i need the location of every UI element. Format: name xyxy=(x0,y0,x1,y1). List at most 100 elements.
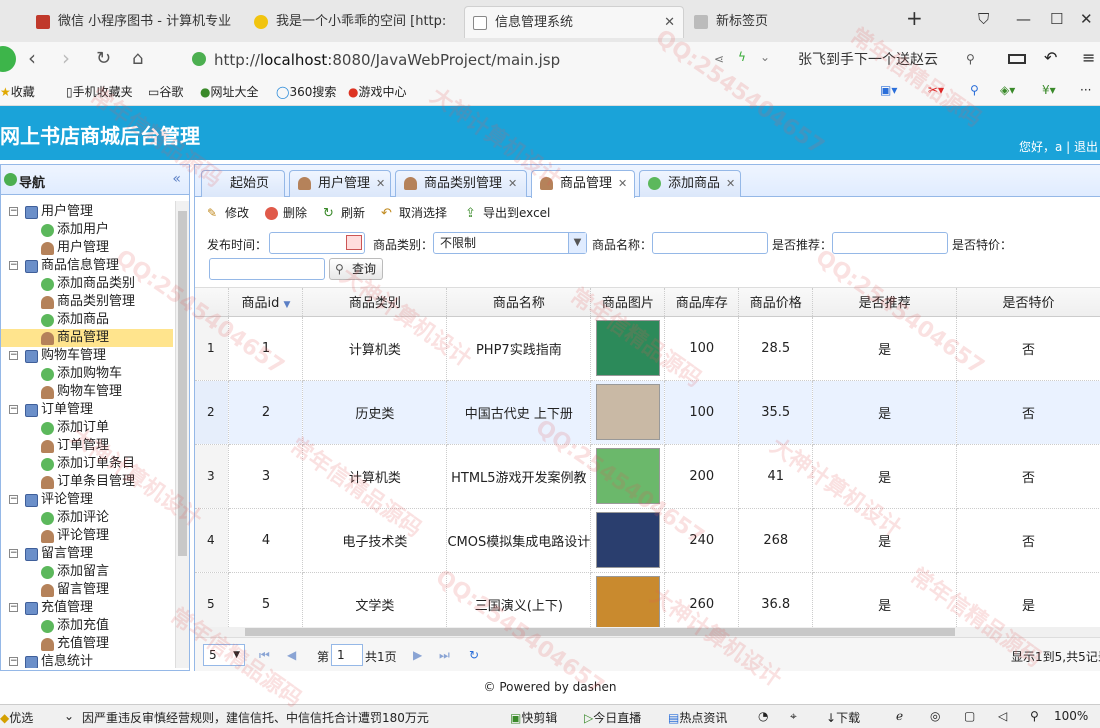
table-row[interactable]: 5 5 文学类 三国演义(上下) 260 36.8 是是 xyxy=(195,572,1100,627)
crop-icon[interactable]: ⌖ xyxy=(790,709,797,724)
nav-item[interactable]: 充值管理 xyxy=(1,635,173,653)
zoom-icon[interactable]: ⚲ xyxy=(1030,709,1039,723)
more-icon[interactable]: ··· xyxy=(1080,83,1091,97)
bookmark-favorites[interactable]: ★收藏 xyxy=(0,83,35,100)
column-header[interactable]: 商品类别 xyxy=(302,288,448,317)
nav-item[interactable]: 用户管理 xyxy=(1,239,173,257)
nav-item[interactable]: 添加留言 xyxy=(1,563,173,581)
volume-icon[interactable]: ◁ xyxy=(998,709,1007,723)
ie-icon[interactable]: ℯ xyxy=(896,709,903,723)
browser-tab-1[interactable]: 微信 小程序图书 - 计算机专业 xyxy=(28,6,246,38)
column-header[interactable]: 商品图片 xyxy=(590,288,666,317)
nav-item[interactable]: 商品类别管理 xyxy=(1,293,173,311)
collapse-toggle-icon[interactable]: − xyxy=(9,207,18,216)
collapse-toggle-icon[interactable]: − xyxy=(9,603,18,612)
window-icon[interactable]: ▢ xyxy=(964,709,975,723)
collapse-toggle-icon[interactable]: − xyxy=(9,405,18,414)
browser-tab-4[interactable]: 新标签页 xyxy=(686,6,886,38)
close-icon[interactable]: ✕ xyxy=(618,177,627,190)
special-input[interactable] xyxy=(209,258,325,280)
table-row[interactable]: 3 3 计算机类 HTML5游戏开发案例教 200 41 是否 xyxy=(195,444,1100,509)
column-header[interactable]: 商品id ▼ xyxy=(228,288,304,317)
new-tab-button[interactable]: + xyxy=(906,6,923,30)
lightning-icon[interactable]: ϟ xyxy=(738,50,746,64)
column-header[interactable]: 商品名称 xyxy=(446,288,592,317)
close-icon[interactable]: ✕ xyxy=(726,177,735,190)
news-ticker[interactable]: 因严重违反审慎经营规则，建信信托、中信信托合计遭罚180万元 xyxy=(82,709,429,726)
page-size-select[interactable]: 5 ▼ xyxy=(203,644,245,666)
nav-item[interactable]: 订单管理 xyxy=(1,437,173,455)
table-row[interactable]: 1 1 计算机类 PHP7实践指南 100 28.5 是否 xyxy=(195,316,1100,381)
bookmark-mobile[interactable]: ▯手机收藏夹 xyxy=(66,83,133,100)
tab-product-management[interactable]: 商品管理 ✕ xyxy=(531,170,635,198)
nav-item[interactable]: 购物车管理 xyxy=(1,383,173,401)
nav-item[interactable]: 添加商品类别 xyxy=(1,275,173,293)
tool-icon-1[interactable]: ▣▾ xyxy=(880,83,897,97)
nav-item[interactable]: 添加评论 xyxy=(1,509,173,527)
chevron-down-icon[interactable]: ⌄ xyxy=(64,709,74,723)
search-icon[interactable]: ⚲ xyxy=(966,52,975,66)
nav-item[interactable]: 添加购物车 xyxy=(1,365,173,383)
scissors-icon[interactable]: ✂▾ xyxy=(928,83,944,97)
status-download[interactable]: ↓下载 xyxy=(826,709,860,726)
undo-icon[interactable]: ↶ xyxy=(1044,48,1057,67)
publish-time-input[interactable] xyxy=(269,232,365,254)
nav-item[interactable]: 添加订单条目 xyxy=(1,455,173,473)
tab-add-product[interactable]: 添加商品 ✕ xyxy=(639,170,741,197)
status-live[interactable]: ▷今日直播 xyxy=(584,709,641,726)
nav-group[interactable]: − 商品信息管理 xyxy=(1,257,173,275)
nav-group[interactable]: − 充值管理 xyxy=(1,599,173,617)
forward-button[interactable]: › xyxy=(62,46,70,70)
status-news[interactable]: ▤热点资讯 xyxy=(668,709,727,726)
query-button[interactable]: ⚲ 查询 xyxy=(329,258,383,280)
column-header[interactable]: 商品价格 xyxy=(738,288,814,317)
nav-item[interactable]: 商品管理 xyxy=(1,329,173,347)
share-icon[interactable]: ⋖ xyxy=(714,52,724,66)
scroll-thumb[interactable] xyxy=(178,211,187,556)
nav-group[interactable]: − 评论管理 xyxy=(1,491,173,509)
close-icon[interactable]: ✕ xyxy=(664,7,675,38)
edit-button[interactable]: ✎ 修改 xyxy=(207,203,249,223)
collapse-toggle-icon[interactable]: − xyxy=(9,657,18,666)
minimize-button[interactable]: — xyxy=(1016,10,1031,28)
reload-icon[interactable]: ↻ xyxy=(469,648,479,662)
nav-item[interactable]: 订单条目管理 xyxy=(1,473,173,491)
shirt-icon[interactable]: ⛉ xyxy=(978,10,989,28)
nav-group[interactable]: − 信息统计 xyxy=(1,653,173,668)
nav-group[interactable]: − 订单管理 xyxy=(1,401,173,419)
tab-home[interactable]: 起始页 xyxy=(201,170,285,197)
speed-icon[interactable]: ◔ xyxy=(758,709,768,723)
reload-button[interactable]: ↻ xyxy=(96,48,111,69)
nav-item[interactable]: 添加充值 xyxy=(1,617,173,635)
collapse-toggle-icon[interactable]: − xyxy=(9,351,18,360)
delete-button[interactable]: 删除 xyxy=(265,203,307,223)
maximize-button[interactable]: ☐ xyxy=(1050,10,1063,28)
home-button[interactable]: ⌂ xyxy=(132,48,143,69)
horizontal-scrollbar[interactable] xyxy=(195,627,1100,637)
yen-icon[interactable]: ¥▾ xyxy=(1042,83,1056,97)
page-number-input[interactable]: 1 xyxy=(331,644,363,666)
tab-category-management[interactable]: 商品类别管理 ✕ xyxy=(395,170,527,197)
collapse-icon[interactable]: « xyxy=(172,171,181,187)
nav-item[interactable]: 添加用户 xyxy=(1,221,173,239)
calendar-icon[interactable] xyxy=(346,235,362,250)
collapse-toggle-icon[interactable]: − xyxy=(9,261,18,270)
bookmark-sites[interactable]: ●网址大全 xyxy=(200,83,259,100)
column-header[interactable]: 是否推荐 xyxy=(812,288,958,317)
close-window-button[interactable]: ✕ xyxy=(1080,10,1093,28)
close-icon[interactable]: ✕ xyxy=(508,177,517,190)
nav-group[interactable]: − 留言管理 xyxy=(1,545,173,563)
nav-scrollbar[interactable] xyxy=(175,201,189,668)
status-preferred[interactable]: ◆优选 xyxy=(0,709,33,726)
last-page-icon[interactable]: ⏭ xyxy=(439,648,450,663)
menu-icon[interactable]: ≡ xyxy=(1082,48,1095,67)
chevron-down-icon[interactable]: ⌄ xyxy=(760,50,770,64)
product-name-input[interactable] xyxy=(652,232,768,254)
prev-page-icon[interactable]: ◀ xyxy=(287,648,296,662)
next-page-icon[interactable]: ▶ xyxy=(413,648,422,662)
tab-user-management[interactable]: 用户管理 ✕ xyxy=(289,170,391,197)
status-quick-clip[interactable]: ▣快剪辑 xyxy=(510,709,557,726)
search-tool-icon[interactable]: ⚲ xyxy=(970,83,979,97)
collapse-toggle-icon[interactable]: − xyxy=(9,495,18,504)
browser-icon[interactable]: ◎ xyxy=(930,709,940,723)
